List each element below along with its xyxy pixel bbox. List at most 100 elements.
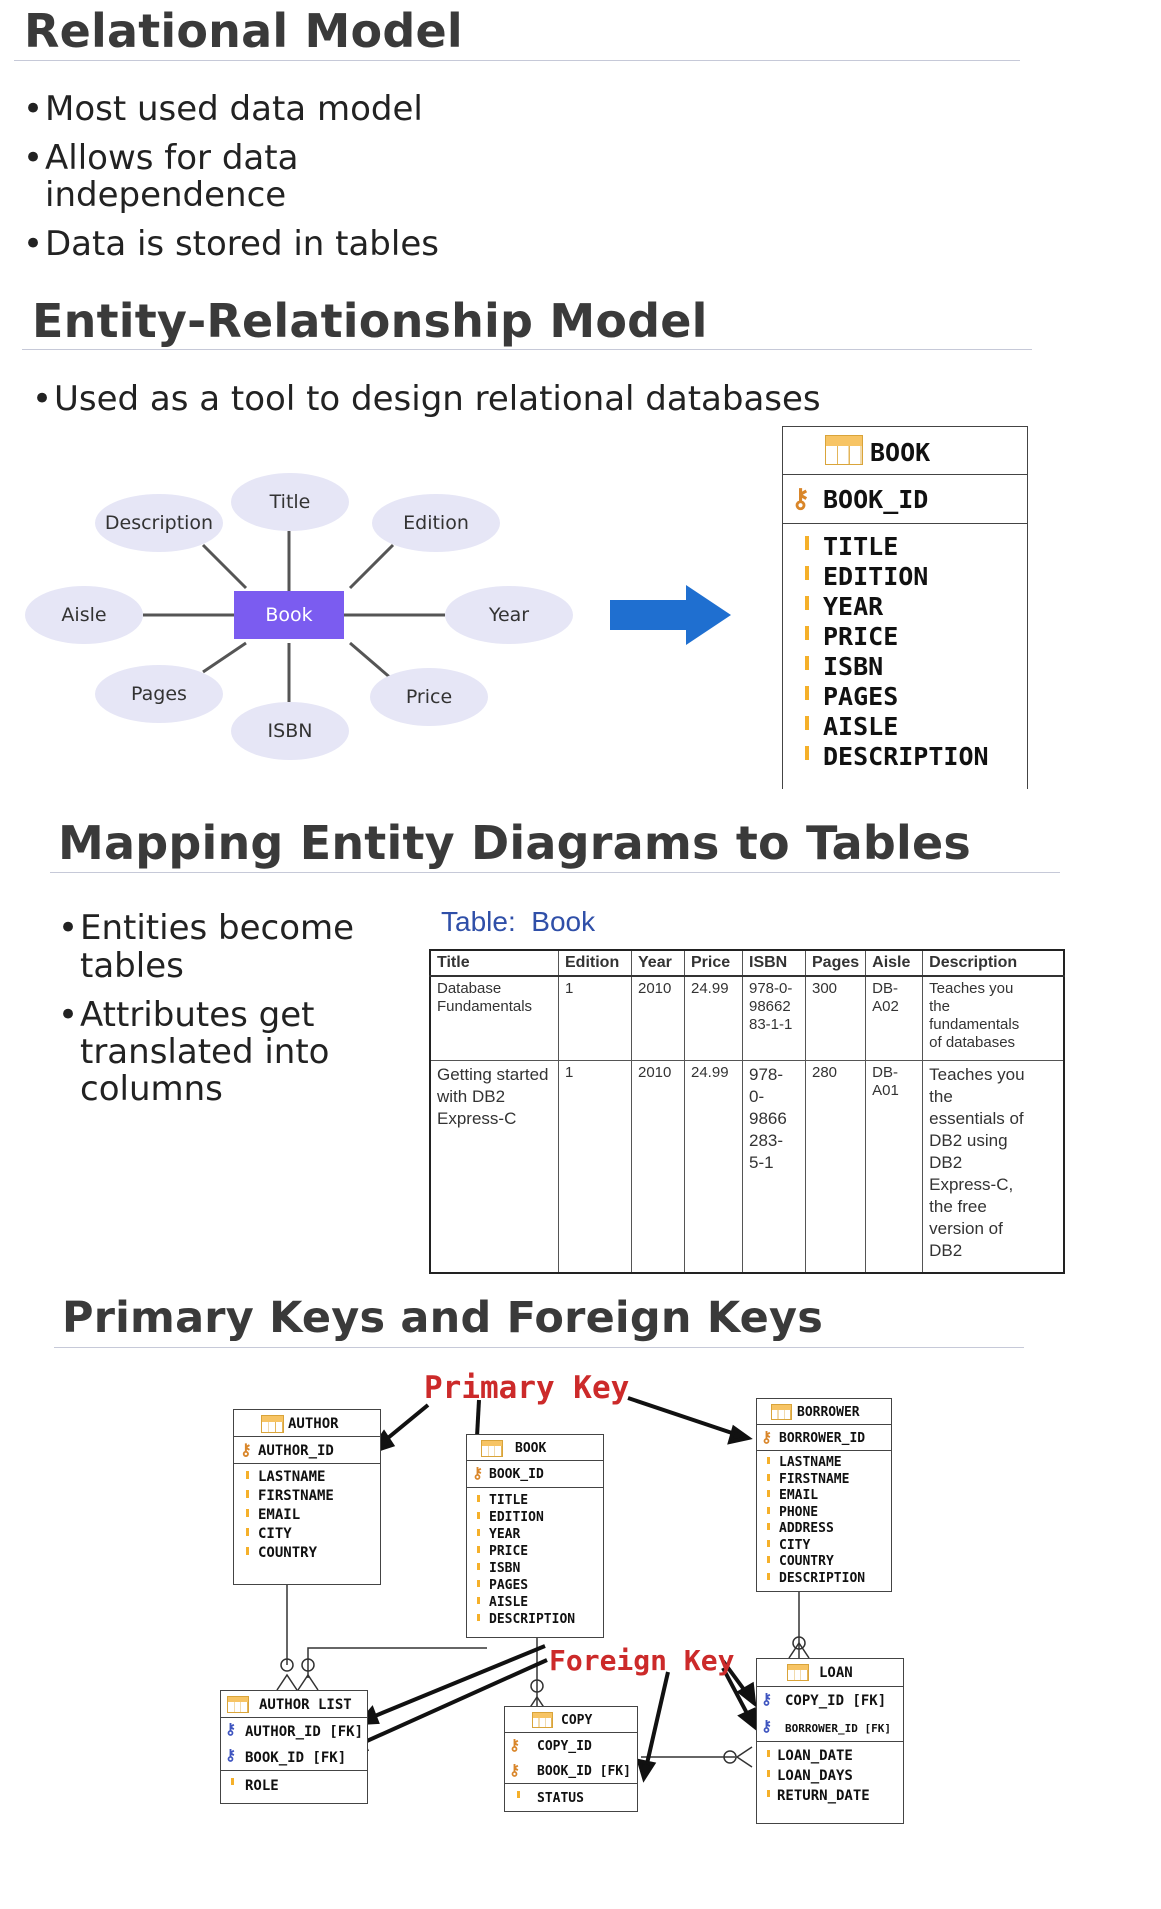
attr-name: FIRSTNAME [258,1488,334,1504]
attr-name: EMAIL [779,1488,819,1503]
attr-row: COUNTRY [234,1544,380,1563]
entity-attrs: LOAN_DATE LOAN_DAYS RETURN_DATE [757,1742,903,1807]
attr-name: PAGES [489,1578,529,1593]
entity-pk-row: ⚷ AUTHOR_ID [234,1437,380,1464]
attr-row: ROLE [221,1771,367,1797]
attr-row: PHONE [757,1505,891,1522]
key-name: BORROWER_ID [FK] [785,1722,891,1735]
attr-row: DESCRIPTION [757,1571,891,1588]
entity-header: BOOK [467,1435,603,1461]
entity-key-rows: ⚷ COPY_ID [FK] ⚷ BORROWER_ID [FK] [757,1687,903,1742]
foreign-key-icon: ⚷ [761,1717,772,1735]
attr-name: CITY [258,1526,292,1542]
attr-name: PHONE [779,1504,819,1520]
attr-row: ISBN [467,1561,603,1578]
attr-row: ADDRESS [757,1521,891,1538]
entity-pk-row: ⚷ BORROWER_ID [757,1425,891,1451]
attr-name: AISLE [489,1595,529,1610]
entity-author-list: AUTHOR LIST ⚷ AUTHOR_ID [FK] ⚷ BOOK_ID [… [220,1690,368,1804]
key-row: ⚷ BORROWER_ID [FK] [757,1714,903,1741]
attr-row: FIRSTNAME [757,1472,891,1489]
table-icon [261,1415,284,1433]
attr-name: FIRSTNAME [779,1471,850,1487]
attr-row: LOAN_DATE [757,1747,903,1767]
entity-attrs: LASTNAME FIRSTNAME EMAIL CITY COUNTRY [234,1464,380,1563]
attr-name: STATUS [537,1791,584,1806]
attr-name: LOAN_DATE [777,1748,853,1764]
attr-name: YEAR [489,1527,521,1542]
key-row: ⚷ BOOK_ID [FK] [505,1758,637,1783]
attr-name: ROLE [245,1778,279,1794]
attr-name: ISBN [489,1561,521,1576]
key-row: ⚷ AUTHOR_ID [FK] [221,1718,367,1744]
key-icon: ⚷ [761,1428,772,1446]
key-icon: ⚷ [240,1440,252,1459]
attr-row: PRICE [467,1544,603,1561]
attr-name: DESCRIPTION [489,1612,576,1627]
attr-name: EMAIL [258,1507,301,1523]
attr-name: EDITION [489,1510,544,1525]
entity-name: BORROWER [797,1405,860,1420]
attr-row: COUNTRY [757,1554,891,1571]
pk-name: AUTHOR_ID [258,1443,334,1459]
entity-name: AUTHOR LIST [259,1697,352,1713]
entity-author: AUTHOR ⚷ AUTHOR_ID LASTNAME FIRSTNAME EM… [233,1409,381,1585]
table-icon [771,1404,792,1420]
key-name: BOOK_ID [FK] [537,1764,631,1779]
attr-row: RETURN_DATE [757,1787,903,1807]
attr-name: CITY [779,1537,811,1553]
attr-name: LOAN_DAYS [777,1768,853,1784]
attr-name: PRICE [489,1544,529,1559]
attr-row: AISLE [467,1595,603,1612]
entity-key-rows: ⚷ AUTHOR_ID [FK] ⚷ BOOK_ID [FK] [221,1718,367,1771]
attr-row: EMAIL [234,1506,380,1525]
foreign-key-label: Foreign Key [549,1644,735,1677]
table-icon [787,1664,809,1681]
attr-row: LASTNAME [757,1455,891,1472]
entity-pk-row: ⚷ BOOK_ID [467,1461,603,1488]
key-row: ⚷ COPY_ID [FK] [757,1687,903,1714]
entity-header: AUTHOR [234,1410,380,1437]
attr-row: YEAR [467,1527,603,1544]
attr-name: DESCRIPTION [779,1570,866,1586]
attr-name: TITLE [489,1493,529,1508]
attr-row: EDITION [467,1510,603,1527]
entity-key-rows: ⚷ COPY_ID ⚷ BOOK_ID [FK] [505,1733,637,1784]
key-row: ⚷ BOOK_ID [FK] [221,1744,367,1770]
attr-row: DESCRIPTION [467,1612,603,1629]
entity-header: BORROWER [757,1399,891,1425]
attr-row: CITY [234,1525,380,1544]
key-name: AUTHOR_ID [FK] [245,1724,364,1740]
pk-name: BORROWER_ID [779,1431,866,1446]
attr-name: LASTNAME [779,1455,842,1470]
primary-key-label: Primary Key [424,1370,630,1406]
entity-header: COPY [505,1707,637,1733]
key-icon: ⚷ [472,1464,483,1482]
attr-name: ADDRESS [779,1521,834,1536]
attr-name: COUNTRY [258,1545,318,1561]
attr-row: FIRSTNAME [234,1487,380,1506]
attr-name: COUNTRY [779,1554,834,1569]
attr-row: LOAN_DAYS [757,1767,903,1787]
entity-name: AUTHOR [288,1416,339,1432]
entity-copy: COPY ⚷ COPY_ID ⚷ BOOK_ID [FK] STATUS [504,1706,638,1812]
table-icon [532,1712,553,1728]
attr-row: TITLE [467,1493,603,1510]
entity-loan: LOAN ⚷ COPY_ID [FK] ⚷ BORROWER_ID [FK] L… [756,1658,904,1824]
foreign-key-icon: ⚷ [225,1720,236,1738]
table-icon [481,1440,503,1457]
entity-name: BOOK [515,1441,547,1456]
key-name: COPY_ID [FK] [785,1693,887,1709]
foreign-key-icon: ⚷ [761,1690,772,1708]
entity-header: LOAN [757,1659,903,1687]
entity-attrs: LASTNAME FIRSTNAME EMAIL PHONE ADDRESS C… [757,1451,891,1587]
attr-name: RETURN_DATE [777,1788,870,1804]
pk-name: BOOK_ID [489,1467,544,1482]
key-icon: ⚷ [509,1736,520,1754]
attr-row: PAGES [467,1578,603,1595]
key-row: ⚷ COPY_ID [505,1733,637,1758]
entity-name: LOAN [819,1665,853,1681]
entity-name: COPY [561,1713,593,1728]
entity-attrs: TITLE EDITION YEAR PRICE ISBN PAGES AISL… [467,1488,603,1629]
key-name: BOOK_ID [FK] [245,1750,347,1766]
